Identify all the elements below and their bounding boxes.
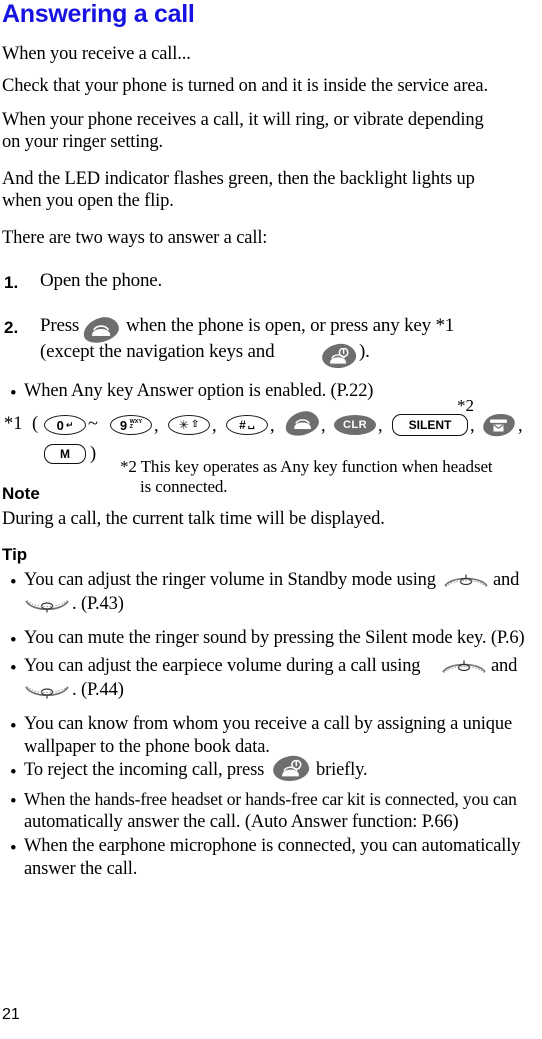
footnote1-marker: *1: [4, 414, 23, 434]
step-2-number: 2.: [4, 318, 19, 337]
footnote2-marker: *2: [457, 396, 474, 415]
key-9-sub-bottom: Z: [129, 424, 133, 430]
key-clr-label: CLR: [342, 418, 368, 431]
tip-item-4-line1: You can know from whom you receive a cal…: [24, 714, 513, 734]
key-m-icon: M: [44, 444, 86, 464]
intro-line-3a: When your phone receives a call, it will…: [2, 110, 484, 130]
step-2-text-after: when the phone is open, or press any key…: [126, 315, 455, 336]
key-mail-icon: [481, 411, 517, 439]
tip-bullet-marker-5: •: [10, 762, 17, 783]
end-key-icon: [320, 341, 358, 371]
intro-line-1: When you receive a call...: [2, 44, 191, 64]
key-m-label: M: [60, 447, 70, 461]
anykey-bullet-marker: •: [10, 383, 17, 404]
note-heading: Note: [2, 484, 40, 503]
anykey-bullet-text: When Any key Answer option is enabled. (…: [24, 381, 374, 401]
key-star-glyph: ⇧: [190, 419, 200, 430]
key-star-label: ✳: [178, 418, 189, 432]
sep-2: ,: [212, 416, 217, 436]
step-2-line2-after: ).: [359, 341, 370, 362]
end-key-glyph: [328, 347, 350, 365]
tip-item-1-line2-after: . (P.43): [72, 594, 124, 614]
sep-7: ,: [518, 416, 523, 436]
tip-bullet-marker-4: •: [10, 716, 17, 737]
tip-item-7-line1: When the earphone microphone is connecte…: [24, 836, 521, 856]
key-silent-label: SILENT: [408, 418, 452, 432]
tip-bullet-marker-2: •: [10, 630, 17, 651]
step-2-line2-before: (except the navigation keys and: [40, 341, 275, 362]
tip-bullet-marker-6: •: [10, 791, 17, 812]
tip-heading: Tip: [2, 545, 28, 564]
key-clr-icon: CLR: [334, 415, 376, 435]
intro-line-2: Check that your phone is turned on and i…: [2, 76, 488, 96]
key-send-icon: [282, 408, 322, 439]
key-0-glyph: ↵: [65, 419, 74, 430]
key-0-icon: 0 ↵: [44, 415, 86, 435]
sep-4: ,: [321, 416, 326, 436]
key-star-icon: ✳ ⇧: [168, 415, 210, 435]
sep-5: ,: [378, 416, 383, 436]
footnote1-close-paren: ): [90, 444, 97, 464]
footnote2-line-2: is connected.: [140, 477, 228, 496]
step-1-number: 1.: [4, 273, 19, 292]
tip-item-3-line1-mid: and: [491, 656, 518, 676]
sep-3: ,: [270, 416, 275, 436]
volume-up-icon: [443, 572, 489, 588]
tip-item-2-line1: You can mute the ringer sound by pressin…: [24, 628, 525, 648]
manual-page: Answering a call When you receive a call…: [0, 0, 542, 1039]
key-hash-glyph: ␣: [247, 419, 255, 430]
tip-item-4-line2: wallpaper to the phone book data.: [24, 737, 270, 757]
step-1-text: Open the phone.: [40, 270, 163, 291]
volume-down-icon: [24, 598, 70, 616]
tip-item-6-line1: When the hands-free headset or hands-fre…: [24, 789, 517, 809]
end-key-icon: [271, 753, 311, 784]
intro-line-3b: on your ringer setting.: [2, 132, 163, 152]
sep-6: ,: [470, 416, 475, 436]
footnote1-range-dash: ~: [88, 414, 99, 434]
key-mail-glyph: [489, 418, 509, 432]
key-0-label: 0: [56, 417, 64, 433]
tip-item-3-line1-before: You can adjust the earpiece volume durin…: [24, 656, 421, 676]
tip-item-3-line2-after: . (P.44): [72, 680, 124, 700]
footnote1-open-paren: (: [32, 414, 39, 434]
key-silent-icon: SILENT: [392, 414, 468, 436]
volume-down-icon: [24, 684, 70, 702]
tip-item-1-line1-before: You can adjust the ringer volume in Stan…: [24, 570, 436, 590]
key-9-label: 9: [119, 417, 128, 433]
sep-1: ,: [154, 416, 159, 436]
intro-line-5: There are two ways to answer a call:: [2, 228, 268, 248]
tip-item-5-line1-before: To reject the incoming call, press: [24, 760, 265, 780]
key-9-icon: 9 WXY Z: [110, 415, 152, 435]
tip-item-1-line1-mid: and: [493, 570, 520, 590]
intro-line-4b: when you open the flip.: [2, 191, 174, 211]
tip-item-7-line2: answer the call.: [24, 859, 138, 879]
tip-bullet-marker-7: •: [10, 838, 17, 859]
key-send-glyph: [293, 418, 312, 430]
page-number: 21: [2, 1006, 20, 1023]
key-hash-label: #: [239, 418, 246, 432]
volume-up-icon: [441, 658, 487, 674]
page-title: Answering a call: [2, 0, 195, 28]
tip-bullet-marker-3: •: [10, 658, 17, 679]
step-2-text-before: Press: [40, 315, 80, 336]
tip-item-5-line1-after: briefly.: [316, 760, 368, 780]
key-hash-icon: # ␣: [226, 415, 268, 435]
end-key-glyph: [280, 759, 303, 778]
tip-bullet-marker-1: •: [10, 572, 17, 593]
send-key-glyph: [91, 324, 111, 337]
footnote2-line-1: *2 This key operates as Any key function…: [120, 457, 493, 476]
intro-line-4a: And the LED indicator flashes green, the…: [2, 169, 475, 189]
tip-item-6-line2: automatically answer the call. (Auto Ans…: [24, 812, 459, 832]
note-text: During a call, the current talk time wil…: [2, 509, 385, 529]
